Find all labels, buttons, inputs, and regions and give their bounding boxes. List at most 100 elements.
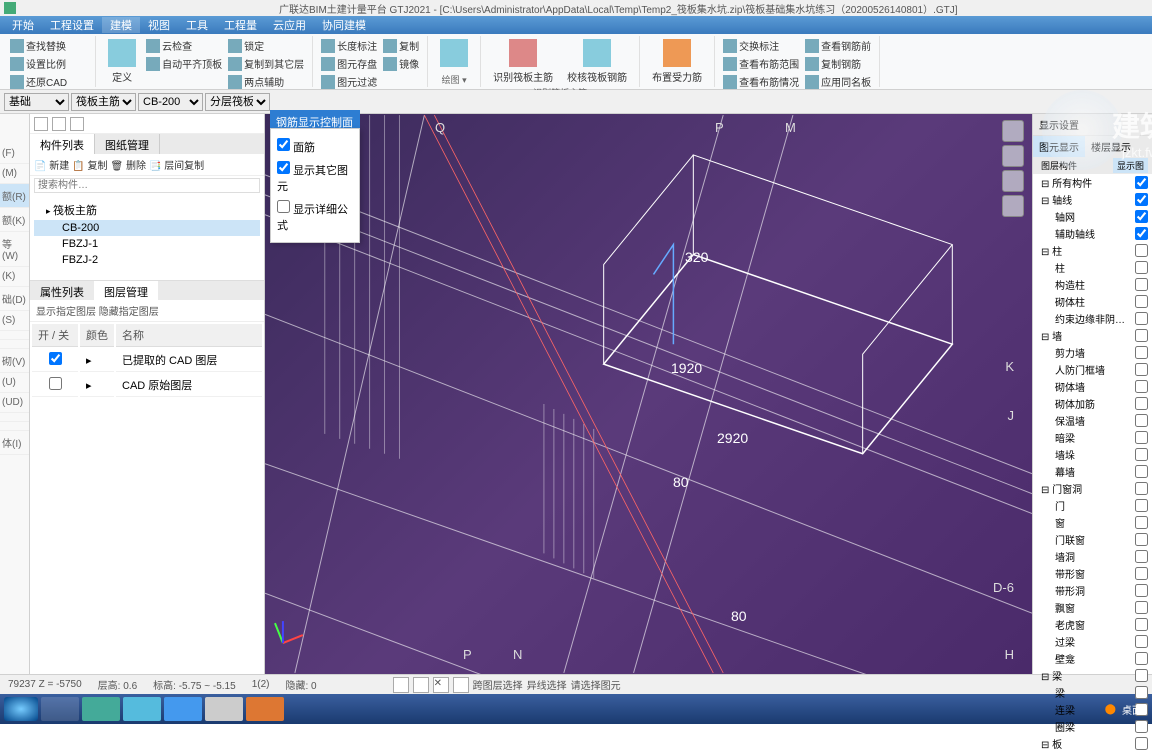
tab-component-list[interactable]: 构件列表 <box>30 134 95 154</box>
tool-icon-3[interactable]: ✕ <box>433 677 449 693</box>
display-tree-item[interactable]: 带形窗 <box>1033 565 1152 582</box>
visibility-toggle[interactable] <box>1135 601 1148 614</box>
visibility-toggle[interactable] <box>1135 652 1148 665</box>
viewport-3d[interactable]: Q P M K J D-6 H N P 320 1920 2920 80 80 <box>265 114 1032 674</box>
tree-child[interactable]: FBZJ-2 <box>34 252 260 268</box>
table-row[interactable]: ▸已提取的 CAD 图层 <box>32 349 262 372</box>
two-point[interactable]: 两点辅助 <box>226 73 306 90</box>
visibility-toggle[interactable] <box>1135 720 1148 733</box>
display-tree-item[interactable]: ⊟ 所有构件 <box>1033 174 1152 191</box>
display-tree-item[interactable]: 辅助轴线 <box>1033 225 1152 242</box>
visibility-toggle[interactable] <box>1135 227 1148 240</box>
display-tree-item[interactable]: 壁龛 <box>1033 650 1152 667</box>
visibility-toggle[interactable] <box>1135 533 1148 546</box>
nav-back-icon[interactable] <box>34 117 48 131</box>
find-replace[interactable]: 查找替换 <box>8 37 89 54</box>
elem-save[interactable]: 图元存盘 <box>319 55 379 72</box>
category-item[interactable]: 额(R) <box>0 184 29 208</box>
visibility-toggle[interactable] <box>1135 550 1148 563</box>
nav-fwd-icon[interactable] <box>52 117 66 131</box>
type-select[interactable]: 筏板主筋 <box>71 93 136 111</box>
display-tree-item[interactable]: 梁 <box>1033 684 1152 701</box>
display-tree-item[interactable]: 砌体墙 <box>1033 378 1152 395</box>
option-show-other[interactable]: 显示其它图元 <box>277 158 353 197</box>
taskbar-app-3[interactable] <box>123 697 161 721</box>
display-tree-item[interactable]: 飘窗 <box>1033 599 1152 616</box>
start-button[interactable] <box>4 697 38 721</box>
taskbar-app-5[interactable] <box>205 697 243 721</box>
system-tray[interactable]: ⬤ 桌面 <box>1105 702 1148 717</box>
layer-toggle[interactable] <box>49 352 62 365</box>
copy-rebar[interactable]: 复制钢筋 <box>803 55 873 72</box>
layer-copy-button[interactable]: 📑 层间复制 <box>149 157 204 172</box>
option-show-formula[interactable]: 显示详细公式 <box>277 197 353 236</box>
draw-button[interactable] <box>434 37 474 71</box>
visibility-toggle[interactable] <box>1135 414 1148 427</box>
display-tree-item[interactable]: ⊟ 轴线 <box>1033 191 1152 208</box>
visibility-toggle[interactable] <box>1135 346 1148 359</box>
visibility-toggle[interactable] <box>1135 244 1148 257</box>
visibility-toggle[interactable] <box>1135 516 1148 529</box>
visibility-toggle[interactable] <box>1135 567 1148 580</box>
check-rebar[interactable]: 校核筏板钢筋 <box>561 37 633 86</box>
mirror-btn[interactable]: 镜像 <box>381 55 421 72</box>
visibility-toggle[interactable] <box>1135 635 1148 648</box>
member-select[interactable]: CB-200 <box>138 93 203 111</box>
menu-cloud[interactable]: 云应用 <box>265 17 314 33</box>
cross-layer-select[interactable]: 跨图层选择 <box>473 677 523 692</box>
visibility-toggle[interactable] <box>1135 363 1148 376</box>
display-tree-item[interactable]: 构造柱 <box>1033 276 1152 293</box>
swap-dim[interactable]: 交换标注 <box>721 37 801 54</box>
layer-toggle[interactable] <box>49 377 62 390</box>
visibility-toggle[interactable] <box>1135 278 1148 291</box>
nav-pan-icon[interactable] <box>1002 195 1024 217</box>
define-button[interactable]: 定义 <box>102 37 142 90</box>
visibility-toggle[interactable] <box>1135 329 1148 342</box>
tool-icon-4[interactable] <box>453 677 469 693</box>
category-item[interactable] <box>0 422 29 431</box>
menu-start[interactable]: 开始 <box>4 17 42 33</box>
category-item[interactable]: 体(I) <box>0 431 29 455</box>
display-tree-item[interactable]: 老虎窗 <box>1033 616 1152 633</box>
visibility-toggle[interactable] <box>1135 669 1148 682</box>
view-before[interactable]: 查看钢筋前 <box>803 37 873 54</box>
tree-child[interactable]: FBZJ-1 <box>34 236 260 252</box>
auto-align[interactable]: 复制到其它层 <box>226 55 306 72</box>
display-tree-item[interactable]: 过梁 <box>1033 633 1152 650</box>
identify-rebar[interactable]: 识别筏板主筋 <box>487 37 559 86</box>
view-status[interactable]: 查看布筋情况 <box>721 73 801 90</box>
display-tree-item[interactable]: 人防门框墙 <box>1033 361 1152 378</box>
length-dim[interactable]: 长度标注 <box>319 37 379 54</box>
copy-button[interactable]: 📋 复制 <box>72 157 107 172</box>
display-tree-item[interactable]: 墙垛 <box>1033 446 1152 463</box>
nav-rotate-icon[interactable] <box>1002 170 1024 192</box>
category-item[interactable]: (U) <box>0 373 29 393</box>
tab-floor-display[interactable]: 楼层显示 <box>1085 136 1137 157</box>
display-tree-item[interactable]: ⊟ 柱 <box>1033 242 1152 259</box>
new-button[interactable]: 📄 新建 <box>34 157 69 172</box>
display-tree-item[interactable]: 约束边缘非阴… <box>1033 310 1152 327</box>
apply-same[interactable]: 应用同名板 <box>803 73 873 90</box>
visibility-toggle[interactable] <box>1135 210 1148 223</box>
display-tree-item[interactable]: 窗 <box>1033 514 1152 531</box>
tree-parent[interactable]: 筏板主筋 <box>34 200 260 220</box>
tool-icon-1[interactable] <box>393 677 409 693</box>
category-item[interactable]: 础(D) <box>0 287 29 311</box>
display-tree-item[interactable]: 砌体柱 <box>1033 293 1152 310</box>
display-tree-item[interactable]: 轴网 <box>1033 208 1152 225</box>
category-item[interactable]: (M) <box>0 164 29 184</box>
display-tree-item[interactable]: 圈梁 <box>1033 718 1152 735</box>
visibility-toggle[interactable] <box>1135 448 1148 461</box>
menu-quantity[interactable]: 工程量 <box>216 17 265 33</box>
lock[interactable]: 自动平齐顶板 <box>144 55 224 72</box>
category-item[interactable]: 等(W) <box>0 232 29 267</box>
layer-select[interactable]: 分层筏板1 <box>205 93 270 111</box>
menu-view[interactable]: 视图 <box>140 17 178 33</box>
category-item[interactable] <box>0 331 29 340</box>
display-tree-item[interactable]: 门 <box>1033 497 1152 514</box>
menu-tools[interactable]: 工具 <box>178 17 216 33</box>
nav-list-icon[interactable] <box>70 117 84 131</box>
visibility-toggle[interactable] <box>1135 312 1148 325</box>
category-item[interactable] <box>0 413 29 422</box>
category-item[interactable]: (F) <box>0 144 29 164</box>
